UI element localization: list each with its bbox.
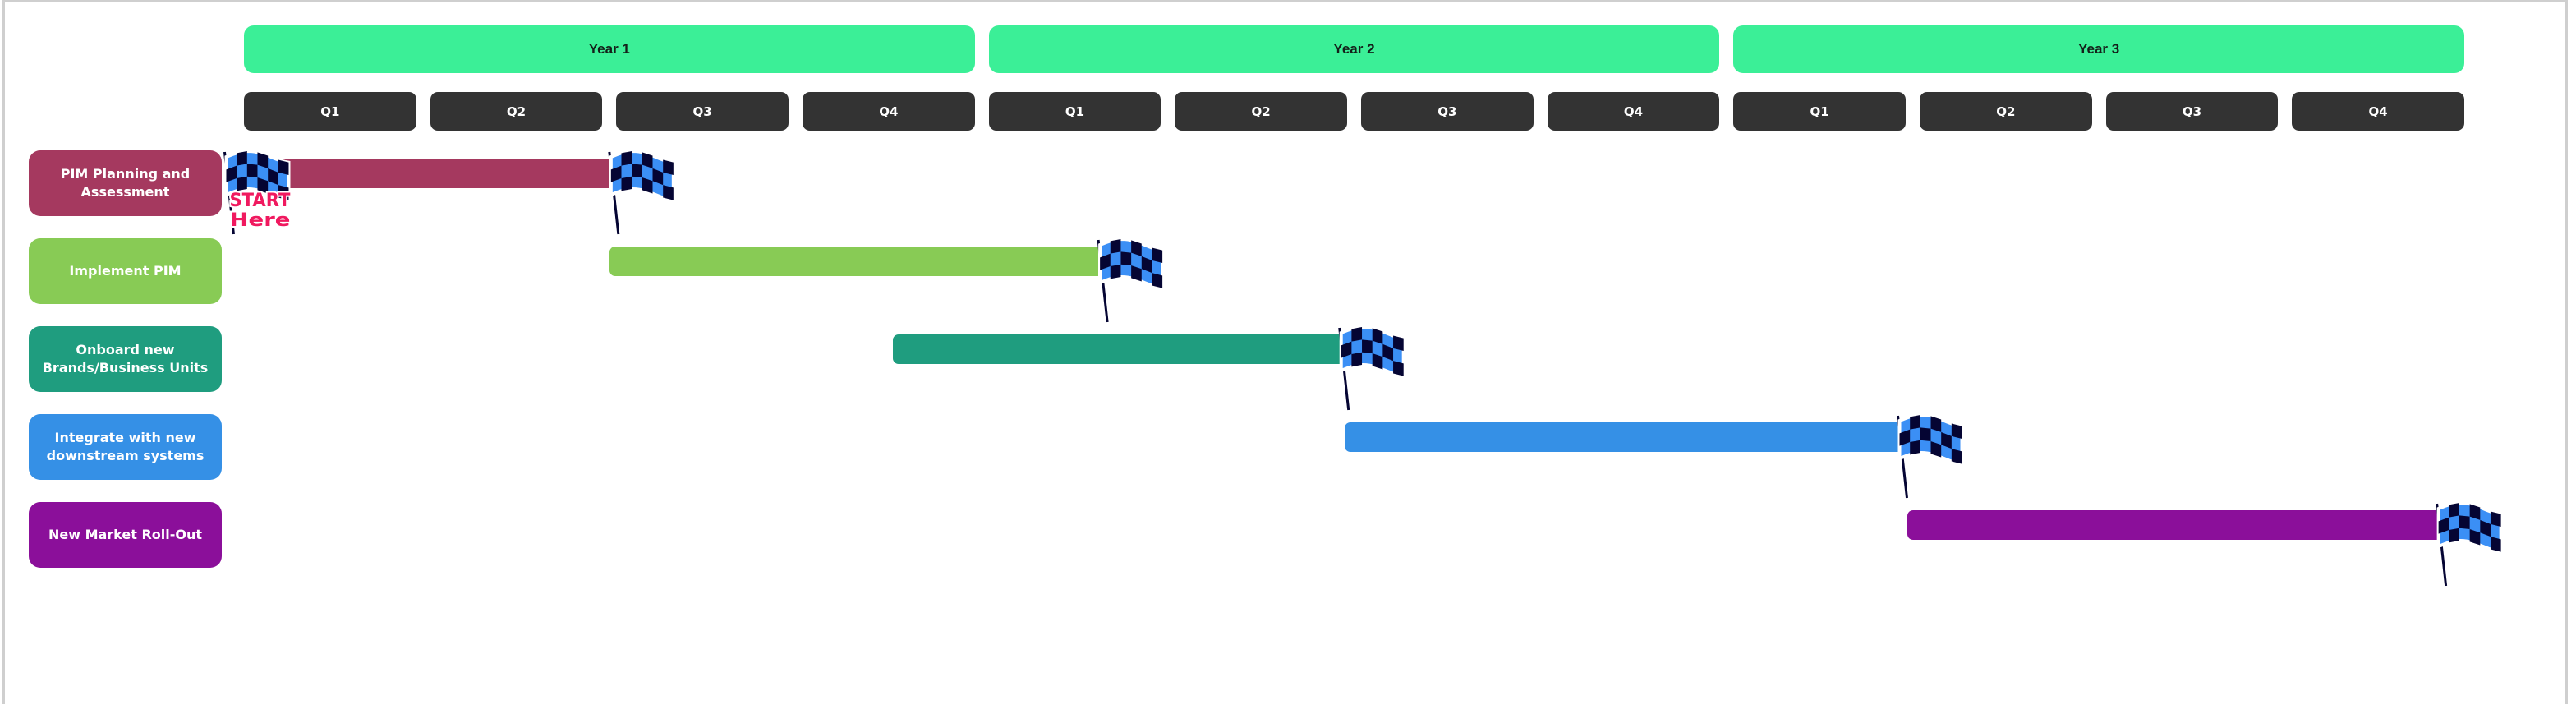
finish-flag-icon xyxy=(608,150,675,235)
flag-check xyxy=(1362,339,1373,354)
flag-check xyxy=(2459,515,2470,530)
flag-check xyxy=(1910,415,1920,430)
flag-check xyxy=(1351,352,1363,367)
flag-check xyxy=(1120,251,1132,266)
finish-flag-icon xyxy=(1897,413,1964,499)
start-label-line1: START xyxy=(229,191,290,211)
flag-check xyxy=(1920,427,1931,442)
flag-check xyxy=(1393,335,1404,351)
flag-check xyxy=(1152,273,1163,288)
flag-check xyxy=(237,176,247,191)
flag-check xyxy=(1951,449,1962,464)
start-label-line2: Here xyxy=(229,210,290,231)
flag-check xyxy=(2449,528,2459,543)
flag-check xyxy=(237,151,247,166)
flag-check xyxy=(1152,247,1163,263)
flag-check xyxy=(621,176,632,191)
flag-check xyxy=(2449,503,2459,518)
flag-check xyxy=(663,159,674,175)
finish-flag-icon xyxy=(1338,325,1405,411)
flag-check xyxy=(632,164,642,178)
flag-check xyxy=(2490,537,2501,552)
flag-check xyxy=(1110,239,1121,254)
flag-check xyxy=(278,159,289,175)
finish-flag-icon xyxy=(1097,237,1165,323)
flag-check xyxy=(1393,361,1404,376)
flag-check xyxy=(246,164,258,178)
flag-check xyxy=(1910,440,1920,455)
flag-markers-layer: STARTHere xyxy=(223,150,2503,587)
flag-check xyxy=(663,185,674,200)
flag-check xyxy=(621,151,632,166)
flag-check xyxy=(1351,327,1363,342)
flag-check xyxy=(2490,511,2501,527)
flag-check xyxy=(1110,264,1121,279)
finish-flag-icon xyxy=(2436,501,2503,587)
flag-check xyxy=(1951,423,1962,439)
